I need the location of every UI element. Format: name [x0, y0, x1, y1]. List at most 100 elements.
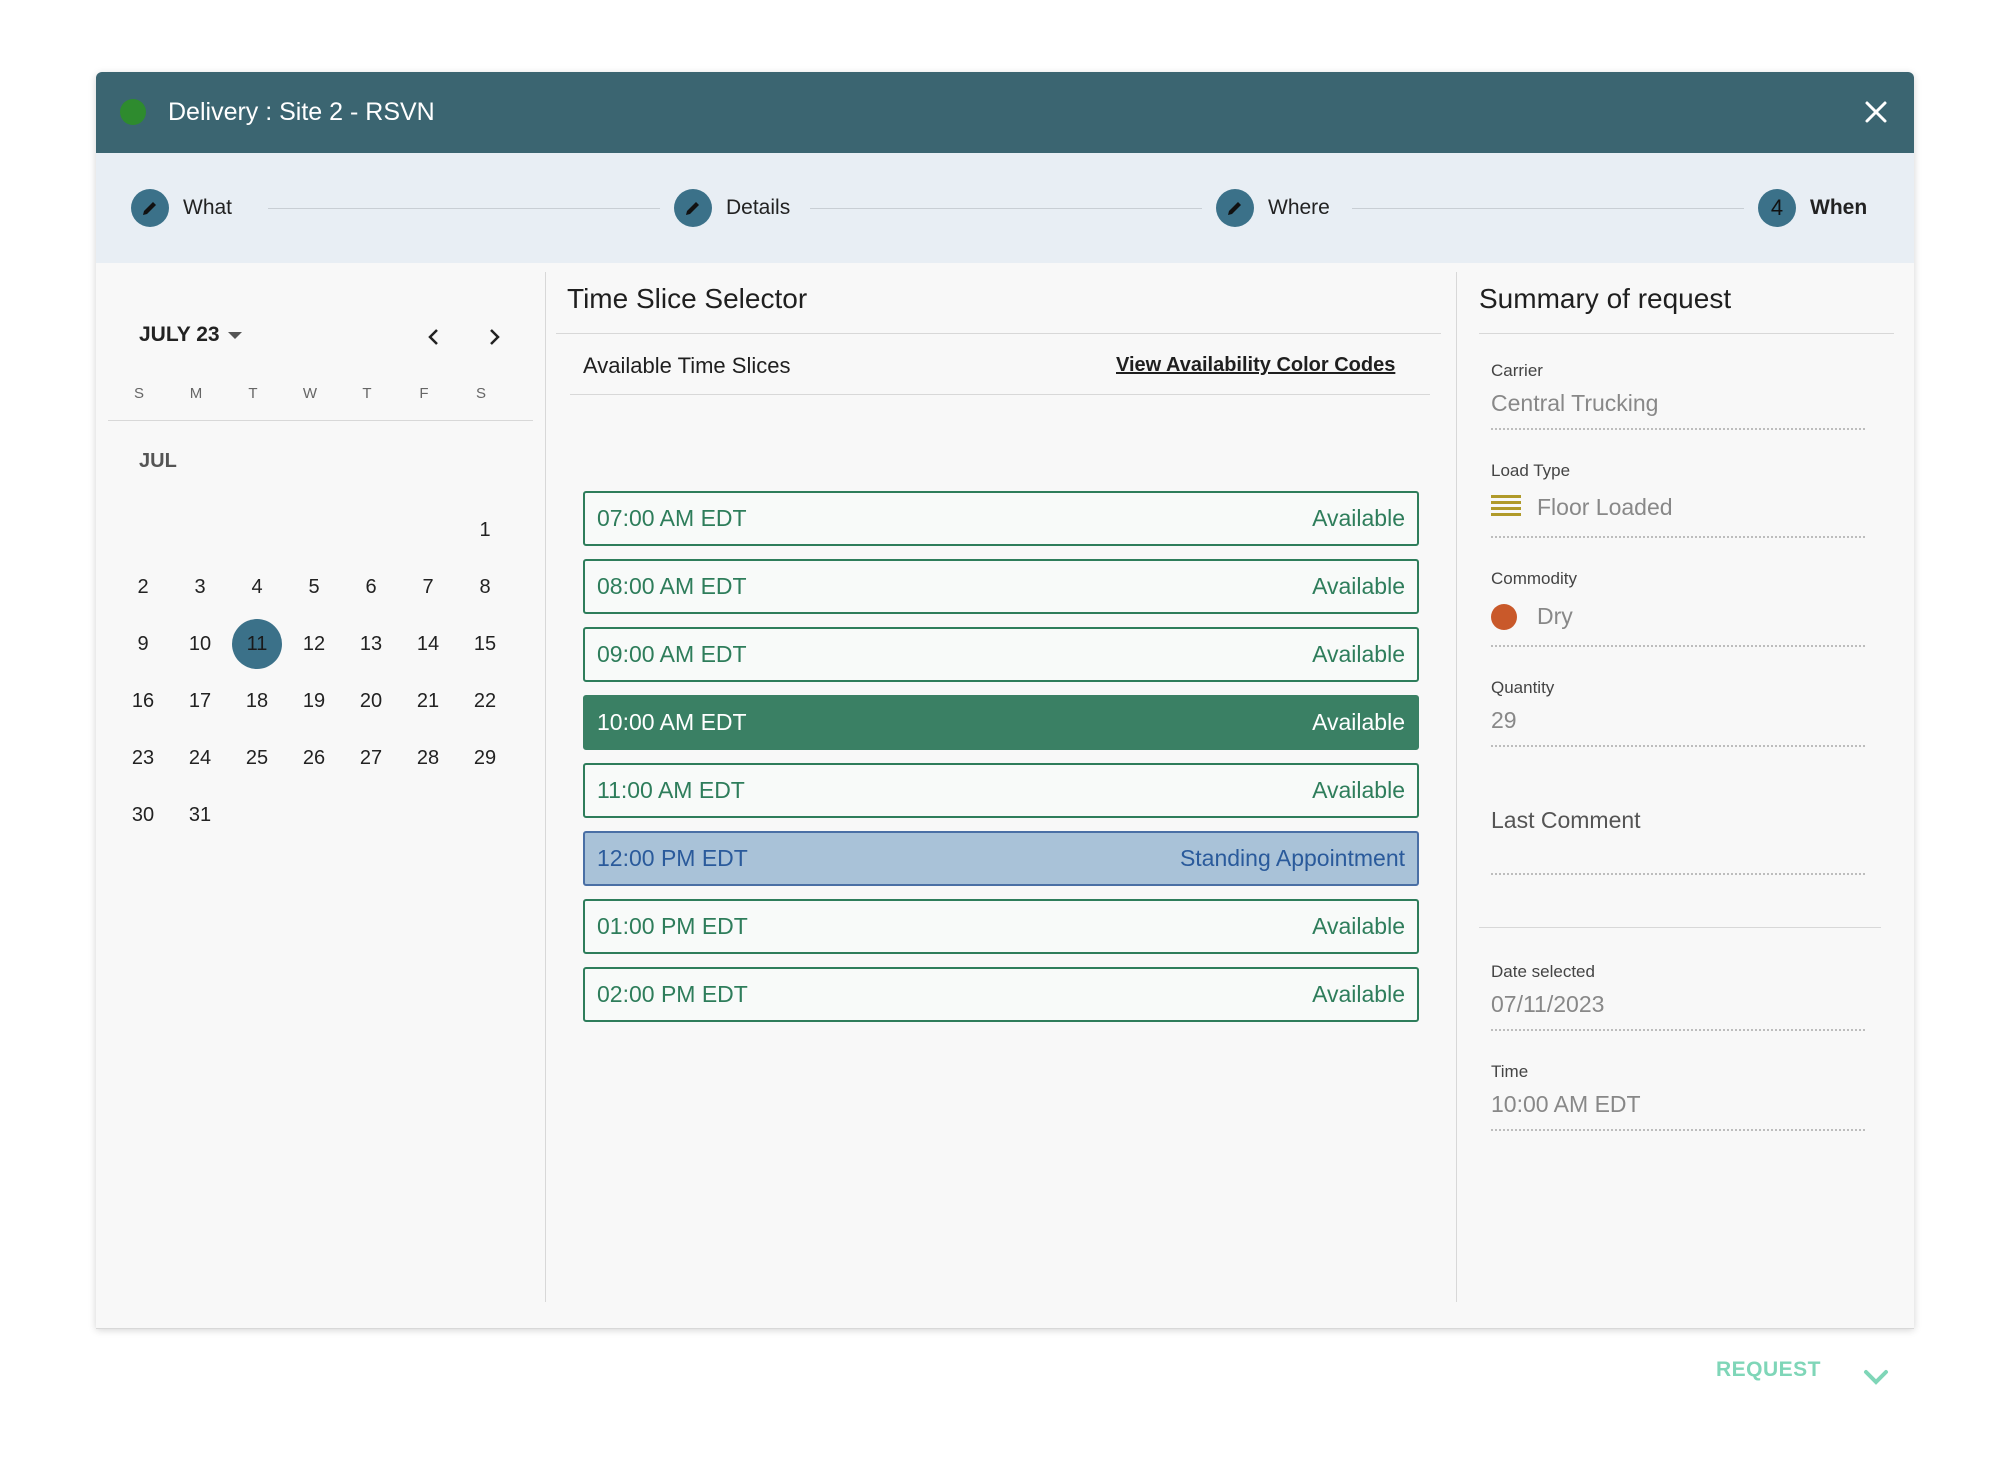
load-type-underline — [1491, 536, 1865, 538]
slot-status: Available — [1312, 981, 1405, 1007]
date-value: 07/11/2023 — [1491, 991, 1605, 1017]
quantity-input[interactable]: 29 — [1491, 707, 1517, 734]
calendar-day[interactable]: 20 — [346, 676, 396, 726]
time-slot[interactable]: 11:00 AM EDT Available — [583, 763, 1419, 818]
step-where[interactable]: Where — [1216, 188, 1330, 228]
slot-time: 07:00 AM EDT — [597, 505, 747, 531]
calendar-day[interactable]: 27 — [346, 733, 396, 783]
calendar-day[interactable]: 15 — [460, 619, 510, 669]
calendar-day[interactable]: 5 — [289, 562, 339, 612]
calendar-panel: JULY 23 SMTWTFS JUL 1 2 3 4 5 6 7 8 9 10 11 12 13 14 1… — [96, 263, 545, 1304]
step-circle — [674, 189, 712, 227]
carrier-value: Central Trucking — [1491, 390, 1659, 416]
step-label: Details — [726, 196, 791, 219]
calendar-day[interactable]: 25 — [232, 733, 282, 783]
step-connector — [1352, 208, 1744, 209]
quantity-underline — [1491, 745, 1865, 747]
calendar-day[interactable]: 26 — [289, 733, 339, 783]
step-when[interactable]: 4 When — [1758, 188, 1867, 228]
calendar-divider — [108, 420, 533, 421]
time-label: Time — [1491, 1062, 1529, 1081]
time-slot[interactable]: 07:00 AM EDT Available — [583, 491, 1419, 546]
prev-month-button[interactable] — [414, 317, 454, 357]
calendar-day[interactable]: 8 — [460, 562, 510, 612]
month-selector[interactable]: JULY 23 — [139, 323, 242, 347]
calendar-day-selected[interactable]: 11 — [232, 619, 282, 669]
slot-status: Available — [1312, 913, 1405, 939]
month-short-label: JUL — [139, 450, 177, 472]
time-slot[interactable]: 01:00 PM EDT Available — [583, 899, 1419, 954]
time-slot[interactable]: 12:00 PM EDT Standing Appointment — [583, 831, 1419, 886]
calendar-day[interactable]: 21 — [403, 676, 453, 726]
time-value: 10:00 AM EDT — [1491, 1091, 1641, 1117]
step-circle — [1216, 189, 1254, 227]
step-label: When — [1810, 196, 1868, 219]
time-slot[interactable]: 02:00 PM EDT Available — [583, 967, 1419, 1022]
calendar-day[interactable]: 17 — [175, 676, 225, 726]
calendar-day[interactable]: 24 — [175, 733, 225, 783]
calendar-day[interactable]: 22 — [460, 676, 510, 726]
floor-loaded-icon — [1491, 495, 1521, 517]
chevron-left-icon — [428, 329, 438, 345]
time-slot[interactable]: 10:00 AM EDT Available — [583, 695, 1419, 750]
step-connector — [268, 208, 660, 209]
step-what[interactable]: What — [131, 188, 232, 228]
calendar-day[interactable]: 12 — [289, 619, 339, 669]
step-label: What — [183, 196, 233, 219]
slot-time: 02:00 PM EDT — [597, 981, 748, 1007]
calendar-day[interactable]: 18 — [232, 676, 282, 726]
month-label: JULY 23 — [139, 323, 220, 346]
calendar-day[interactable]: 13 — [346, 619, 396, 669]
day-of-week-label: T — [248, 385, 258, 402]
status-indicator — [120, 99, 146, 125]
calendar-day[interactable]: 1 — [460, 505, 510, 555]
calendar-day[interactable]: 10 — [175, 619, 225, 669]
calendar-day[interactable]: 9 — [118, 619, 168, 669]
quantity-label: Quantity — [1491, 678, 1555, 697]
calendar-day[interactable]: 28 — [403, 733, 453, 783]
step-details[interactable]: Details — [674, 188, 790, 228]
time-slot[interactable]: 08:00 AM EDT Available — [583, 559, 1419, 614]
calendar-day[interactable]: 29 — [460, 733, 510, 783]
calendar-day[interactable]: 30 — [118, 790, 168, 840]
summary-title: Summary of request — [1479, 283, 1732, 314]
day-of-week-label: S — [133, 385, 144, 402]
title-divider — [556, 333, 1441, 334]
time-slot[interactable]: 09:00 AM EDT Available — [583, 627, 1419, 682]
calendar-day[interactable]: 14 — [403, 619, 453, 669]
step-number: 4 — [1758, 189, 1796, 227]
comment-field[interactable]: Last Comment — [1491, 807, 1641, 834]
slot-time: 10:00 AM EDT — [597, 709, 747, 735]
slot-status: Available — [1312, 709, 1405, 735]
calendar-day[interactable]: 3 — [175, 562, 225, 612]
slot-time: 12:00 PM EDT — [597, 845, 748, 871]
request-button[interactable]: REQUEST — [1716, 1358, 1821, 1382]
calendar-day[interactable]: 16 — [118, 676, 168, 726]
calendar-day[interactable]: 7 — [403, 562, 453, 612]
color-codes-link[interactable]: View Availability Color Codes — [1116, 354, 1395, 377]
commodity-label: Commodity — [1491, 569, 1577, 588]
dialog-header: Delivery : Site 2 - RSVN — [96, 72, 1914, 153]
footer-divider — [96, 1328, 1914, 1329]
expand-button[interactable] — [1858, 1358, 1894, 1394]
wizard-stepper: What Details Where 4 When — [96, 153, 1914, 263]
summary-divider — [1479, 927, 1881, 928]
time-slice-title: Time Slice Selector — [567, 283, 808, 314]
title-divider — [1479, 333, 1894, 334]
date-underline — [1491, 1029, 1865, 1031]
calendar-day[interactable]: 4 — [232, 562, 282, 612]
calendar-day[interactable]: 2 — [118, 562, 168, 612]
available-slices-title: Available Time Slices — [583, 353, 791, 378]
summary-panel: Summary of request Carrier Central Truck… — [1457, 263, 1914, 1304]
slot-status: Available — [1312, 573, 1405, 599]
day-of-week-label: T — [362, 385, 372, 402]
calendar-day[interactable]: 31 — [175, 790, 225, 840]
next-month-button[interactable] — [474, 317, 514, 357]
day-of-week-label: S — [475, 385, 486, 402]
calendar-day[interactable]: 19 — [289, 676, 339, 726]
slot-time: 08:00 AM EDT — [597, 573, 747, 599]
calendar-day[interactable]: 23 — [118, 733, 168, 783]
close-button[interactable] — [1856, 92, 1896, 132]
step-label: Where — [1268, 196, 1330, 219]
calendar-day[interactable]: 6 — [346, 562, 396, 612]
